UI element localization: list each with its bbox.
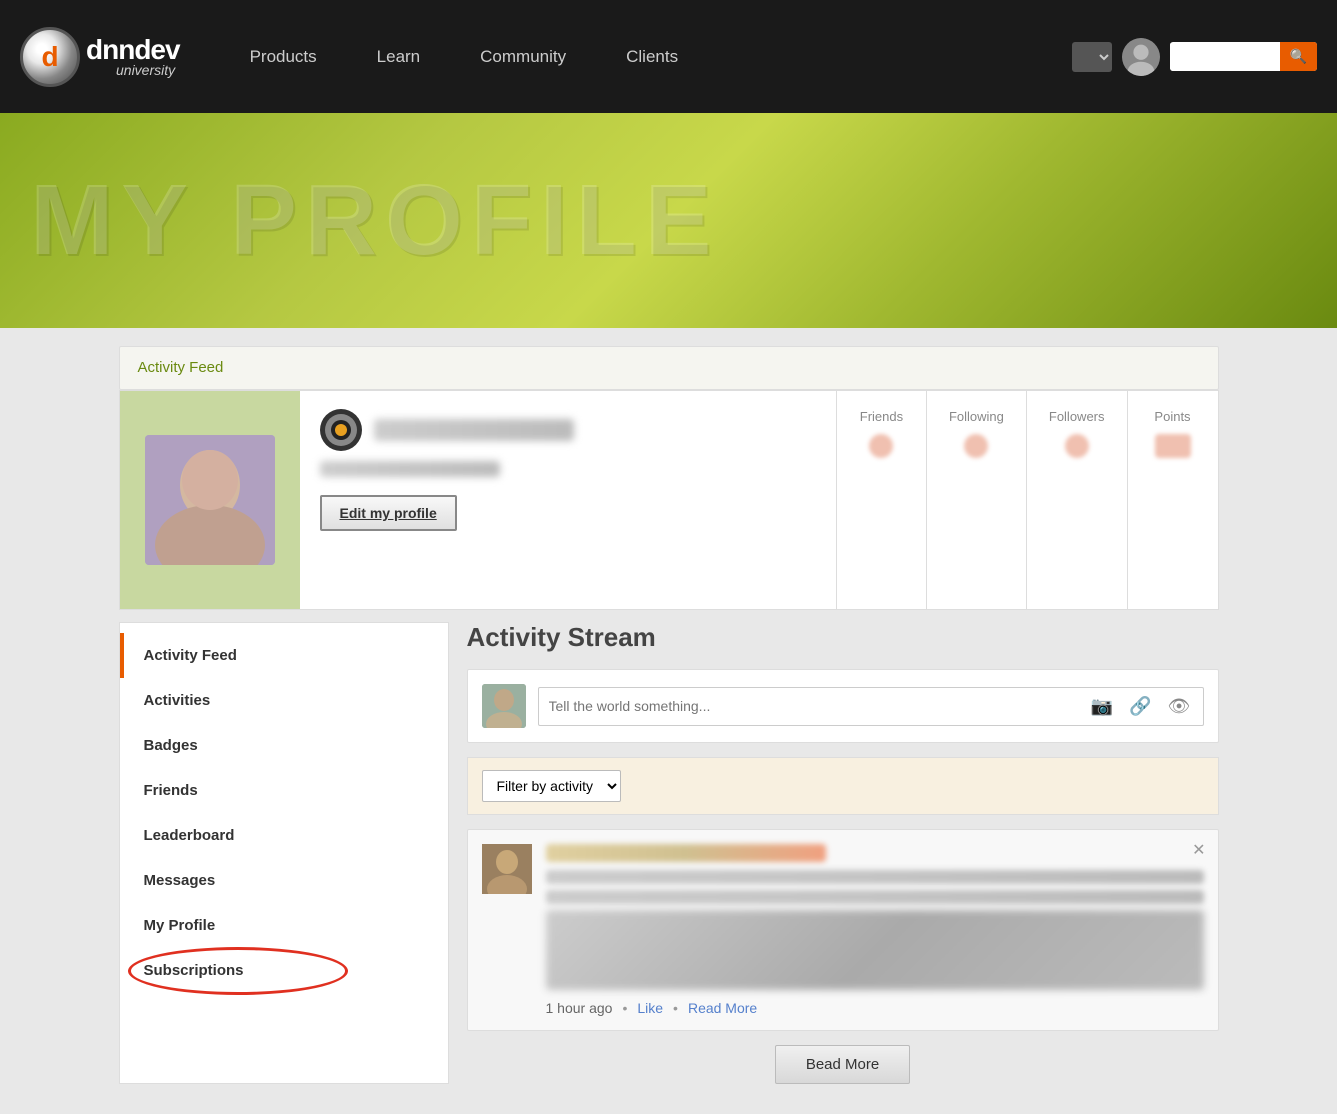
logo[interactable]: d dnndev university: [20, 27, 180, 87]
nav-right: 🔍: [1072, 38, 1317, 76]
bead-more-button[interactable]: Bead More: [775, 1045, 910, 1084]
profile-subtitle-blurred: [320, 461, 500, 477]
activity-user-avatar: [482, 844, 532, 894]
nav-bar: d dnndev university Products Learn Commu…: [0, 0, 1337, 113]
logo-text-group: dnndev university: [86, 36, 180, 78]
logo-dnndev-text: dnndev: [86, 36, 180, 64]
profile-info: Edit my profile: [300, 391, 836, 609]
activity-image-blurred: [546, 910, 1204, 990]
stat-followers-value: [1065, 434, 1089, 458]
profile-badge-icon: [320, 409, 362, 451]
activity-stream-title: Activity Stream: [467, 622, 1219, 653]
post-icons: 📷 🔗 👁: [1089, 696, 1193, 717]
activity-footer: 1 hour ago • Like • Read More: [546, 1000, 1204, 1016]
sidebar-item-activity-feed[interactable]: Activity Feed: [120, 633, 448, 678]
activity-like-link[interactable]: Like: [637, 1000, 663, 1016]
profile-card: Edit my profile Friends Following Follow…: [119, 390, 1219, 610]
hero-banner: MY PROFILE: [0, 113, 1337, 328]
logo-dnn-part: dnn: [86, 34, 134, 65]
profile-avatar: [145, 435, 275, 565]
stat-friends-value: [869, 434, 893, 458]
activity-body-blurred-1: [546, 870, 1204, 884]
post-link-icon[interactable]: 🔗: [1127, 696, 1153, 717]
post-input-wrapper: 📷 🔗 👁: [538, 687, 1204, 726]
nav-avatar[interactable]: [1122, 38, 1160, 76]
lower-layout: Activity Feed Activities Badges Friends …: [119, 622, 1219, 1084]
post-user-avatar: [482, 684, 526, 728]
search-input[interactable]: [1170, 43, 1280, 71]
stat-following-value: [964, 434, 988, 458]
edit-profile-button[interactable]: Edit my profile: [320, 495, 457, 531]
activity-time: 1 hour ago: [546, 1000, 613, 1016]
activity-body-blurred-2: [546, 890, 1204, 904]
nav-search-box: 🔍: [1170, 42, 1317, 71]
nav-user-dropdown[interactable]: [1072, 42, 1112, 72]
logo-dev-part: dev: [134, 34, 179, 65]
activity-content: 1 hour ago • Like • Read More: [546, 844, 1204, 1016]
logo-university-text: university: [116, 62, 180, 78]
filter-bar: Filter by activity All Status Updates Bl…: [467, 757, 1219, 815]
sidebar: Activity Feed Activities Badges Friends …: [119, 622, 449, 1084]
sidebar-item-badges[interactable]: Badges: [120, 723, 448, 768]
nav-link-learn[interactable]: Learn: [347, 47, 450, 67]
activity-read-more-link[interactable]: Read More: [688, 1000, 757, 1016]
breadcrumb: Activity Feed: [119, 346, 1219, 390]
sidebar-item-messages[interactable]: Messages: [120, 858, 448, 903]
stat-friends: Friends: [837, 391, 927, 609]
activity-item-inner: 1 hour ago • Like • Read More: [482, 844, 1204, 1016]
stat-following-label: Following: [949, 409, 1004, 424]
nav-links: Products Learn Community Clients: [220, 47, 1072, 67]
stat-friends-label: Friends: [860, 409, 903, 424]
stat-followers: Followers: [1027, 391, 1128, 609]
search-button[interactable]: 🔍: [1280, 42, 1317, 71]
post-text-input[interactable]: [549, 698, 1089, 714]
post-input-area: 📷 🔗 👁: [467, 669, 1219, 743]
main-container: Activity Feed: [109, 346, 1229, 1084]
post-eye-icon[interactable]: 👁: [1166, 696, 1193, 717]
nav-link-community[interactable]: Community: [450, 47, 596, 67]
hero-title: MY PROFILE: [30, 163, 719, 278]
activity-item: ✕ 1 hour: [467, 829, 1219, 1031]
activity-stream: Activity Stream 📷 🔗 👁: [449, 622, 1219, 1084]
activity-sep-1: •: [622, 1000, 627, 1016]
logo-circle: d: [20, 27, 80, 87]
stat-points-value: [1155, 434, 1191, 458]
logo-d-letter: d: [41, 41, 58, 73]
activity-name-blurred: [546, 844, 826, 862]
sidebar-item-friends[interactable]: Friends: [120, 768, 448, 813]
profile-stats: Friends Following Followers Points: [836, 391, 1218, 609]
activity-close-button[interactable]: ✕: [1192, 840, 1205, 860]
sidebar-item-activities[interactable]: Activities: [120, 678, 448, 723]
stat-points-label: Points: [1154, 409, 1190, 424]
stat-following: Following: [927, 391, 1027, 609]
nav-link-clients[interactable]: Clients: [596, 47, 708, 67]
activity-sep-2: •: [673, 1000, 678, 1016]
filter-activity-select[interactable]: Filter by activity All Status Updates Bl…: [482, 770, 621, 802]
sidebar-item-my-profile[interactable]: My Profile: [120, 903, 448, 948]
sidebar-item-leaderboard[interactable]: Leaderboard: [120, 813, 448, 858]
stat-points: Points: [1128, 391, 1218, 609]
stat-followers-label: Followers: [1049, 409, 1105, 424]
sidebar-item-subscriptions[interactable]: Subscriptions: [120, 948, 448, 993]
profile-avatar-col: [120, 391, 300, 609]
nav-link-products[interactable]: Products: [220, 47, 347, 67]
profile-name-row: [320, 409, 816, 451]
breadcrumb-activity-feed-link[interactable]: Activity Feed: [138, 359, 224, 376]
profile-name-blurred: [374, 419, 574, 441]
post-camera-icon[interactable]: 📷: [1089, 696, 1115, 717]
